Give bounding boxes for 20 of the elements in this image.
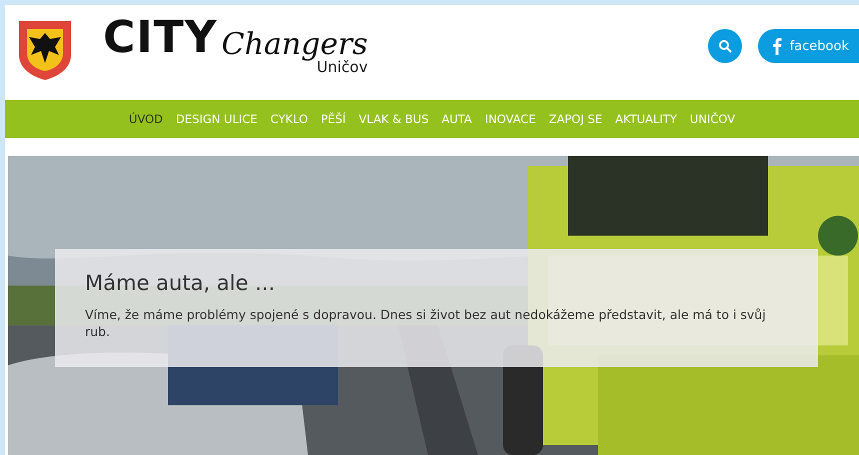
nav-link[interactable]: ZAPOJ SE: [548, 112, 602, 126]
nav-link[interactable]: INOVACE: [484, 112, 536, 126]
nav-link[interactable]: UNIČOV: [690, 112, 736, 126]
hero-title: Máme auta, ale ...: [85, 271, 276, 295]
town-name: Uničov: [316, 58, 368, 76]
nav-link[interactable]: AKTUALITY: [615, 112, 677, 126]
search-icon: [718, 39, 732, 53]
nav-link[interactable]: VLAK & BUS: [358, 112, 429, 126]
facebook-button[interactable]: facebook: [758, 29, 859, 63]
hero-text: Víme, že máme problémy spojené s dopravou. Dnes si život bez aut nedokážeme představit, ale má to i svůj rub.: [85, 307, 767, 341]
logo-script-text: Changers: [222, 30, 368, 60]
nav-link[interactable]: DESIGN ULICE: [176, 112, 258, 126]
nav-link[interactable]: AUTA: [442, 112, 472, 126]
coat-of-arms-icon: [17, 19, 73, 81]
nav-link[interactable]: PĚŠÍ: [320, 112, 346, 126]
logo-text: CITY: [103, 16, 218, 60]
nav-link[interactable]: CYKLO: [270, 112, 308, 126]
search-button[interactable]: [708, 29, 742, 63]
nav-link[interactable]: ÚVOD: [128, 112, 163, 126]
facebook-icon: [772, 37, 782, 55]
